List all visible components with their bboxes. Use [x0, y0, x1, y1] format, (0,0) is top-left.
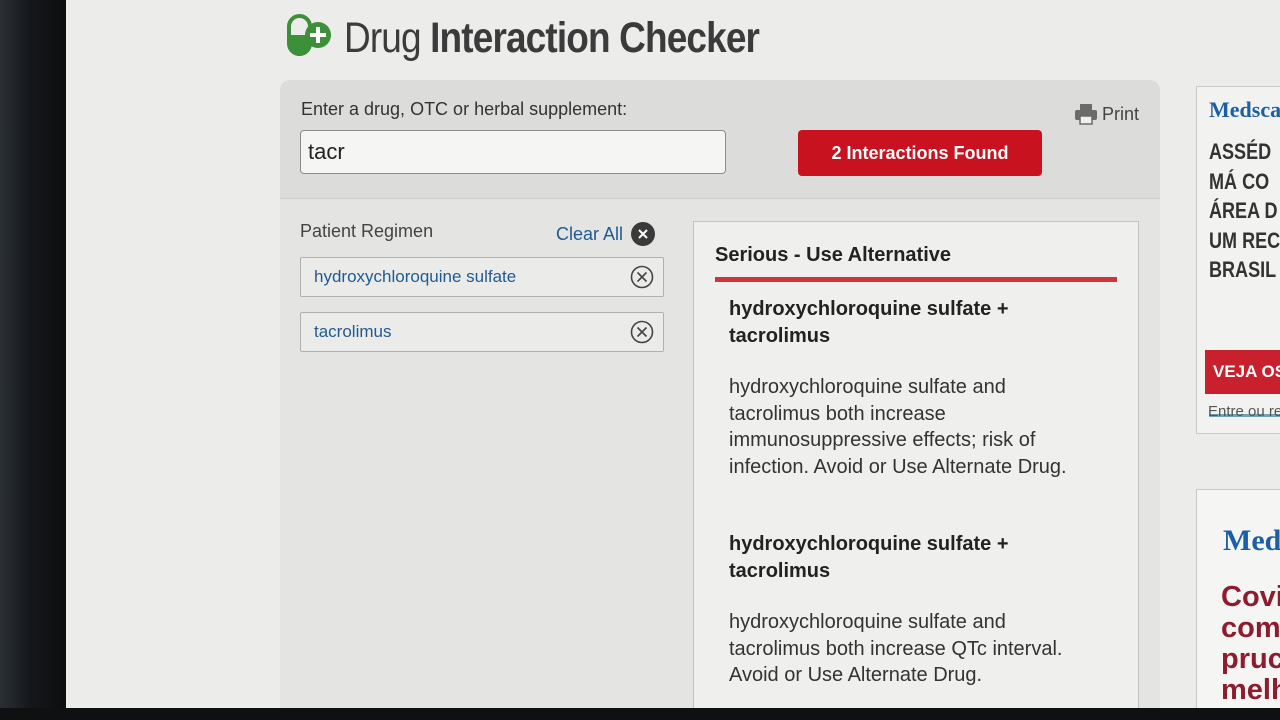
ad-headline: Covi com pruc melh — [1221, 581, 1280, 706]
monitor-bezel-left — [0, 0, 66, 720]
page-title: Drug Interaction Checker — [344, 8, 760, 68]
patient-regimen-label: Patient Regimen — [300, 221, 434, 241]
ad-cta-button[interactable]: VEJA OS I — [1205, 350, 1280, 394]
printer-icon — [1075, 104, 1097, 125]
regimen-item-name[interactable]: hydroxychloroquine sulfate — [314, 267, 516, 287]
interactions-found-button[interactable]: 2 Interactions Found — [798, 130, 1042, 176]
clear-all-label: Clear All — [556, 223, 624, 244]
clear-all-button[interactable]: Clear All — [556, 222, 656, 246]
drug-search-input[interactable] — [300, 130, 726, 174]
page-title-bold: Interaction Checker — [430, 14, 760, 62]
ad-brand: Med — [1223, 524, 1280, 557]
close-icon — [631, 222, 656, 246]
search-label: Enter a drug, OTC or herbal supplement: — [301, 99, 628, 119]
search-area: Enter a drug, OTC or herbal supplement: … — [280, 80, 1160, 199]
print-label: Print — [1102, 103, 1140, 124]
monitor-bezel-bottom — [0, 708, 1280, 720]
interaction-description: hydroxychloroquine sulfate and tacrolimu… — [729, 376, 1067, 478]
ad-footer-link[interactable]: Entre ou re — [1208, 403, 1280, 420]
browser-viewport: Drug Interaction Checker Enter a drug, O… — [66, 0, 1280, 708]
interaction-checker-panel: Enter a drug, OTC or herbal supplement: … — [280, 80, 1160, 708]
severity-heading: Serious - Use Alternative — [715, 244, 952, 266]
ad-headline: ASSÉD MÁ CO ÁREA D UM REC BRASIL — [1209, 139, 1280, 282]
regimen-item: hydroxychloroquine sulfate — [300, 257, 664, 297]
regimen-item-name[interactable]: tacrolimus — [314, 322, 391, 342]
page-title-light: Drug — [344, 14, 422, 62]
remove-circle-icon[interactable] — [630, 320, 654, 344]
remove-circle-icon[interactable] — [630, 265, 654, 289]
interaction-results-panel: Serious - Use Alternative hydroxychloroq… — [693, 221, 1139, 708]
severity-bar — [715, 277, 1117, 282]
advertisement-medscape-2[interactable]: Med Covi com pruc melh — [1196, 489, 1280, 708]
ad-brand: Medsca — [1209, 97, 1280, 122]
interaction-title: hydroxychloroquine sulfate + tacrolimus — [729, 298, 1009, 347]
interaction-title: hydroxychloroquine sulfate + tacrolimus — [729, 533, 1009, 582]
print-button[interactable]: Print — [1074, 103, 1139, 125]
interaction-description: hydroxychloroquine sulfate and tacrolimu… — [729, 611, 1063, 686]
pill-plus-icon — [286, 12, 332, 58]
regimen-item: tacrolimus — [300, 312, 664, 352]
